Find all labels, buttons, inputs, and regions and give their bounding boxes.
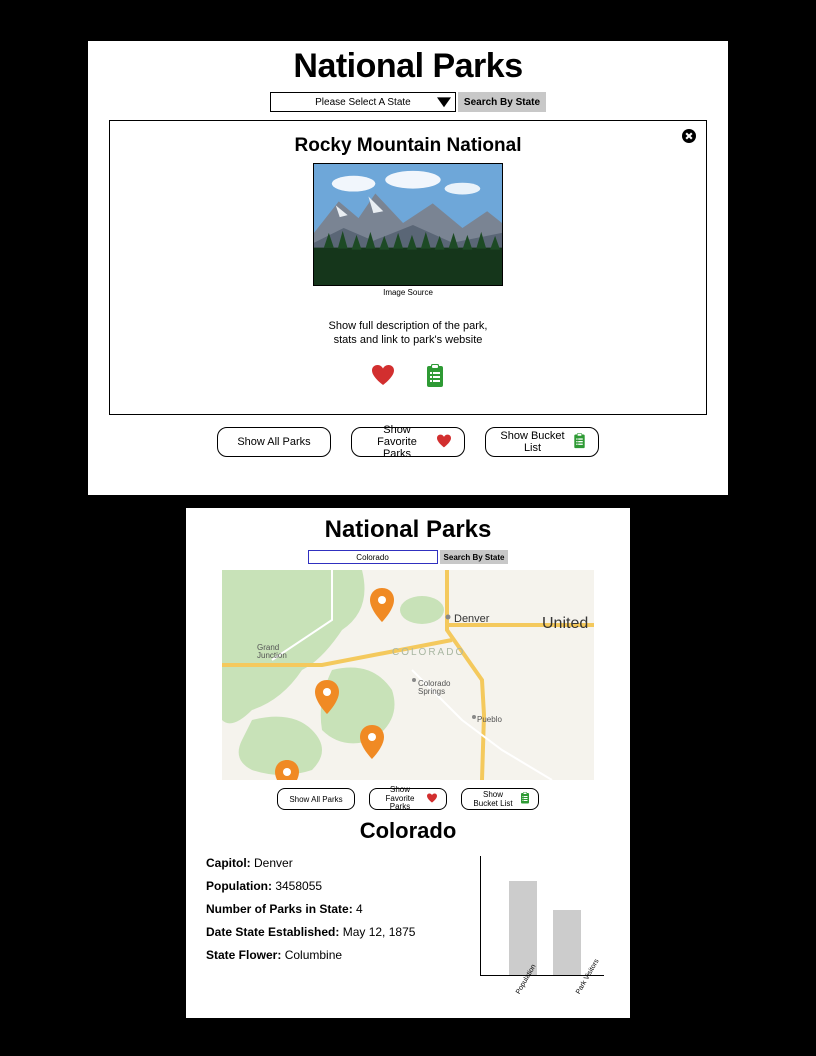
chart-x-label: Park Visitors <box>575 983 586 995</box>
close-icon[interactable] <box>682 129 696 148</box>
button-label: Show Favorite Parks <box>378 786 422 811</box>
state-select-value: Colorado <box>356 553 388 562</box>
chart-x-label: Population <box>515 983 526 995</box>
heart-icon <box>436 434 452 451</box>
search-row: Colorado Search By State <box>186 550 630 564</box>
show-favorite-parks-button[interactable]: Show Favorite Parks <box>369 788 447 810</box>
chart-area <box>480 856 604 976</box>
page-title: National Parks <box>186 516 630 544</box>
info-value: 3458055 <box>272 879 322 893</box>
chart-bar <box>553 910 581 975</box>
clipboard-icon[interactable] <box>425 364 445 393</box>
show-all-parks-button[interactable]: Show All Parks <box>217 427 331 457</box>
search-by-state-button[interactable]: Search By State <box>440 550 509 564</box>
button-label: Show Bucket List <box>470 790 516 808</box>
state-select-placeholder: Please Select A State <box>315 97 411 108</box>
info-label: Date State Established: <box>206 925 339 939</box>
heart-icon <box>426 793 438 805</box>
state-select[interactable]: Colorado <box>308 550 438 564</box>
park-detail-view: National Parks Please Select A State Sea… <box>88 41 728 495</box>
state-info-list: Capitol: Denver Population: 3458055 Numb… <box>206 856 480 985</box>
card-icon-row <box>110 364 706 393</box>
park-image <box>313 163 503 286</box>
info-value: 4 <box>353 902 363 916</box>
state-map[interactable]: Denver GrandJunction COLORADO ColoradoSp… <box>222 570 594 780</box>
desc-line: Show full description of the park, <box>110 319 706 333</box>
image-source-link[interactable]: Image Source <box>110 288 706 297</box>
state-info-block: Capitol: Denver Population: 3458055 Numb… <box>186 856 630 985</box>
park-title: Rocky Mountain National <box>110 135 706 157</box>
map-label-pueblo: Pueblo <box>477 715 502 724</box>
info-row-established: Date State Established: May 12, 1875 <box>206 925 480 939</box>
info-label: State Flower: <box>206 948 281 962</box>
chevron-down-icon <box>437 96 451 113</box>
show-all-parks-button[interactable]: Show All Parks <box>277 788 355 810</box>
heart-icon[interactable] <box>371 364 395 393</box>
info-label: Number of Parks in State: <box>206 902 353 916</box>
search-by-state-button[interactable]: Search By State <box>458 92 546 112</box>
clipboard-icon <box>520 792 530 806</box>
info-row-flower: State Flower: Columbine <box>206 948 480 962</box>
show-favorite-parks-button[interactable]: Show Favorite Parks <box>351 427 465 457</box>
show-bucket-list-button[interactable]: Show Bucket List <box>485 427 599 457</box>
desc-line: stats and link to park's website <box>110 333 706 347</box>
info-row-population: Population: 3458055 <box>206 879 480 893</box>
button-label: Show All Parks <box>289 795 342 804</box>
button-label: Show All Parks <box>237 436 310 448</box>
chart-bar <box>509 881 537 975</box>
filter-button-row: Show All Parks Show Favorite Parks Show … <box>88 427 728 457</box>
map-label-state: COLORADO <box>392 647 465 658</box>
info-label: Population: <box>206 879 272 893</box>
info-value: Columbine <box>281 948 342 962</box>
map-label-denver: Denver <box>454 613 490 625</box>
info-row-capitol: Capitol: Denver <box>206 856 480 870</box>
map-label-united: United <box>542 615 588 632</box>
info-row-parks: Number of Parks in State: 4 <box>206 902 480 916</box>
state-name-heading: Colorado <box>186 818 630 844</box>
button-label: Show Favorite Parks <box>364 424 430 460</box>
state-select[interactable]: Please Select A State <box>270 92 456 112</box>
state-results-view: National Parks Colorado Search By State <box>186 508 630 1018</box>
button-label: Show Bucket List <box>498 430 567 454</box>
show-bucket-list-button[interactable]: Show Bucket List <box>461 788 539 810</box>
park-description: Show full description of the park, stats… <box>110 319 706 348</box>
info-label: Capitol: <box>206 856 251 870</box>
search-row: Please Select A State Search By State <box>88 92 728 112</box>
page-title: National Parks <box>88 47 728 86</box>
info-value: May 12, 1875 <box>339 925 415 939</box>
park-card: Rocky Mountain National <box>109 120 707 415</box>
filter-button-row: Show All Parks Show Favorite Parks Show … <box>186 788 630 810</box>
chart-x-labels: Population Park Visitors <box>480 978 610 985</box>
clipboard-icon <box>573 433 586 452</box>
info-value: Denver <box>251 856 293 870</box>
state-chart: Population Park Visitors <box>480 856 610 985</box>
